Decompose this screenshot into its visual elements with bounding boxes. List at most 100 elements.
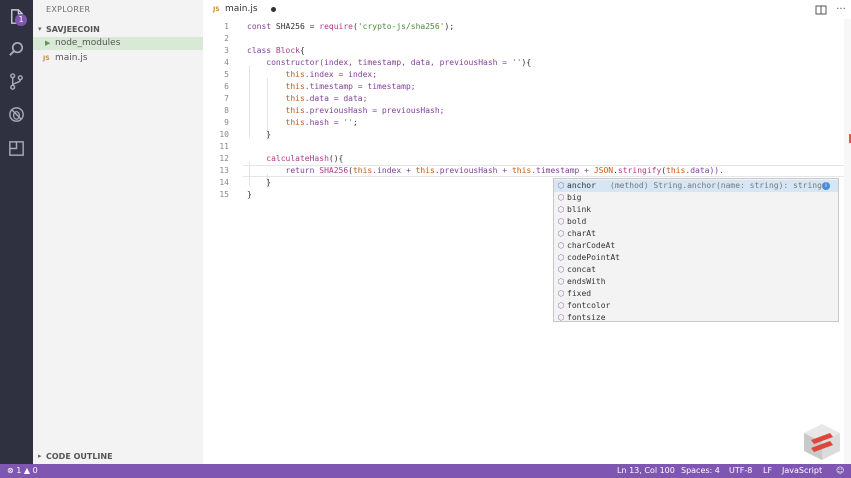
suggestion-label: concat xyxy=(567,265,596,274)
unsaved-dot-icon[interactable] xyxy=(271,7,276,12)
suggestion-item[interactable]: ⬡ fixed xyxy=(554,288,838,300)
method-icon: ⬡ xyxy=(557,181,565,190)
line-number: 3 xyxy=(224,46,229,55)
explorer-title: EXPLORER xyxy=(46,5,91,14)
line-number: 14 xyxy=(219,178,229,187)
suggestion-item[interactable]: ⬡ big xyxy=(554,192,838,204)
code-token: this xyxy=(511,166,532,175)
line-number: 13 xyxy=(219,166,229,175)
suggestion-label: big xyxy=(567,193,582,202)
code-line[interactable]: class Block{ xyxy=(247,46,305,55)
line-number: 7 xyxy=(224,94,229,103)
code-line[interactable]: constructor(index, timestamp, data, prev… xyxy=(247,58,531,67)
suggestion-item[interactable]: ⬡ bold xyxy=(554,216,838,228)
suggestion-widget[interactable]: ⬡ anchor (method) String.anchor(name: stri… xyxy=(553,178,839,322)
suggestion-item[interactable]: ⬡ charAt xyxy=(554,228,838,240)
code-token: '' xyxy=(511,58,522,67)
tree-item-node-modules[interactable]: ▶ node_modules xyxy=(33,37,203,50)
code-token: '' xyxy=(343,118,353,127)
indentation[interactable]: Spaces: 4 xyxy=(681,466,720,475)
suggestion-item[interactable]: ⬡ endsWith xyxy=(554,276,838,288)
suggestion-item[interactable]: ⬡ codePointAt xyxy=(554,252,838,264)
extensions-icon[interactable] xyxy=(7,139,26,158)
method-icon: ⬡ xyxy=(557,241,565,250)
code-line[interactable]: calculateHash(){ xyxy=(247,154,343,163)
smiley-icon[interactable]: ☺ xyxy=(836,466,844,475)
encoding[interactable]: UTF-8 xyxy=(729,466,752,475)
code-line[interactable]: this.previousHash = previousHash; xyxy=(247,106,445,115)
suggestion-item[interactable]: ⬡ anchor (method) String.anchor(name: stri… xyxy=(554,180,838,192)
code-line[interactable]: } xyxy=(247,190,252,199)
code-token: .hash = xyxy=(304,118,344,127)
suggestion-label: fixed xyxy=(567,289,592,298)
debug-icon[interactable] xyxy=(7,105,26,124)
more-actions-icon[interactable]: ··· xyxy=(835,4,847,16)
explorer-badge: 1 xyxy=(15,14,27,26)
suggestion-label: fontcolor xyxy=(567,301,611,310)
source-control-icon[interactable] xyxy=(7,72,26,91)
problems-indicator[interactable]: ⊗ 1 ▲ 0 xyxy=(7,466,38,475)
error-icon: ⊗ xyxy=(7,466,14,475)
activity-bar: 1 xyxy=(0,0,33,464)
code-token: ); xyxy=(444,22,455,31)
suggestion-item[interactable]: ⬡ blink xyxy=(554,204,838,216)
language-mode[interactable]: JavaScript xyxy=(782,466,822,475)
tab-main-js[interactable]: JS main.js xyxy=(203,0,287,19)
method-icon: ⬡ xyxy=(557,301,565,310)
chevron-right-icon: ▸ xyxy=(38,452,42,460)
line-number: 12 xyxy=(219,154,229,163)
code-line[interactable]: } xyxy=(247,178,271,187)
code-line[interactable]: this.timestamp = timestamp; xyxy=(247,82,416,91)
code-line[interactable]: this.index = index; xyxy=(247,70,378,79)
end-of-line[interactable]: LF xyxy=(763,466,772,475)
warning-count: 0 xyxy=(32,466,38,475)
line-number: 2 xyxy=(224,34,229,43)
code-token: } xyxy=(247,178,272,187)
code-line[interactable]: this.data = data; xyxy=(247,94,368,103)
method-icon: ⬡ xyxy=(557,313,565,322)
chevron-right-icon: ▶ xyxy=(45,39,51,47)
code-token: SHA256 = xyxy=(275,22,320,31)
project-name: SAVJEECOIN xyxy=(46,25,100,34)
cursor-position[interactable]: Ln 13, Col 100 xyxy=(617,466,675,475)
method-icon: ⬡ xyxy=(557,229,565,238)
error-count: 1 xyxy=(16,466,22,475)
code-token: ; xyxy=(352,118,358,127)
tree-item-main-js[interactable]: JS main.js xyxy=(33,52,203,65)
code-token: .previousHash = previousHash; xyxy=(304,106,445,115)
suggestion-item[interactable]: ⬡ charCodeAt xyxy=(554,240,838,252)
suggestion-item[interactable]: ⬡ fontcolor xyxy=(554,300,838,312)
suggestion-label: fontsize xyxy=(567,313,606,322)
suggestion-label: charCodeAt xyxy=(567,241,616,250)
suggestion-item[interactable]: ⬡ fontsize xyxy=(554,312,838,324)
code-token: this xyxy=(247,94,305,103)
suggestion-label: bold xyxy=(567,217,587,226)
code-token: { xyxy=(300,46,305,55)
code-token: .data)). xyxy=(685,166,724,175)
project-folder[interactable]: ▾ SAVJEECOIN xyxy=(33,23,203,37)
code-token: .timestamp = timestamp; xyxy=(304,82,416,91)
code-token: .previousHash + xyxy=(434,166,512,175)
line-number: 5 xyxy=(224,70,229,79)
code-line[interactable]: this.hash = ''; xyxy=(247,118,358,127)
code-token: JSON xyxy=(593,166,614,175)
code-outline-section[interactable]: ▸ CODE OUTLINE xyxy=(33,450,203,464)
split-editor-icon[interactable] xyxy=(815,4,827,16)
code-token: return xyxy=(247,166,320,175)
code-line[interactable]: const SHA256 = require('crypto-js/sha256… xyxy=(247,22,454,31)
code-line[interactable]: } xyxy=(247,130,271,139)
info-icon[interactable]: i xyxy=(822,182,830,190)
code-token: constructor xyxy=(247,58,320,67)
suggestion-item[interactable]: ⬡ concat xyxy=(554,264,838,276)
suggestion-label: blink xyxy=(567,205,592,214)
search-icon[interactable] xyxy=(7,40,26,59)
line-number: 11 xyxy=(219,142,229,151)
method-icon: ⬡ xyxy=(557,277,565,286)
line-number: 9 xyxy=(224,118,229,127)
editor-scrollbar[interactable] xyxy=(844,19,851,464)
code-outline-label: CODE OUTLINE xyxy=(46,452,113,461)
code-token: .timestamp + xyxy=(531,166,594,175)
code-line[interactable]: return SHA256(this.index + this.previous… xyxy=(247,166,724,175)
tree-item-label: node_modules xyxy=(55,38,121,48)
js-file-icon: JS xyxy=(43,55,50,62)
